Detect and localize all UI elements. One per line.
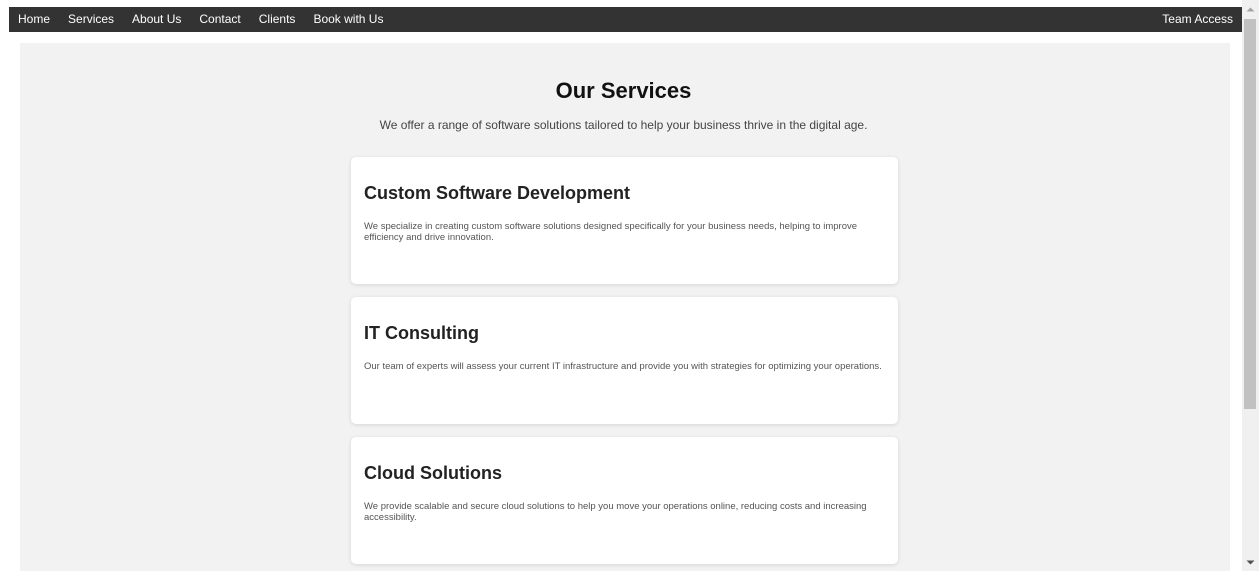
service-card-it-consulting: IT Consulting Our team of experts will a… bbox=[351, 297, 898, 424]
nav-link-about-us[interactable]: About Us bbox=[123, 7, 190, 32]
nav-link-services[interactable]: Services bbox=[59, 7, 123, 32]
service-card-custom-software: Custom Software Development We specializ… bbox=[351, 157, 898, 284]
service-card-title: Cloud Solutions bbox=[364, 463, 502, 483]
nav-link-team-access[interactable]: Team Access bbox=[1153, 7, 1242, 32]
scroll-up-button[interactable] bbox=[1242, 0, 1259, 17]
service-card-title: IT Consulting bbox=[364, 323, 479, 343]
top-navbar: Home Services About Us Contact Clients B… bbox=[9, 7, 1242, 32]
service-card-description: Our team of experts will assess your cur… bbox=[364, 361, 882, 372]
nav-links: Home Services About Us Contact Clients B… bbox=[9, 7, 392, 32]
service-card-title: Custom Software Development bbox=[364, 183, 631, 203]
chevron-down-icon bbox=[1246, 560, 1255, 564]
service-card-description: We specialize in creating custom softwar… bbox=[364, 221, 858, 243]
service-card-description: We provide scalable and secure cloud sol… bbox=[364, 501, 867, 523]
nav-link-book-with-us[interactable]: Book with Us bbox=[304, 7, 392, 32]
nav-link-clients[interactable]: Clients bbox=[250, 7, 305, 32]
nav-link-home[interactable]: Home bbox=[9, 7, 59, 32]
nav-right: Team Access bbox=[1153, 7, 1242, 32]
scroll-down-button[interactable] bbox=[1242, 554, 1259, 571]
chevron-up-icon bbox=[1246, 7, 1255, 11]
nav-link-contact[interactable]: Contact bbox=[190, 7, 249, 32]
service-card-cloud-solutions: Cloud Solutions We provide scalable and … bbox=[351, 437, 898, 564]
vertical-scrollbar[interactable] bbox=[1242, 0, 1259, 571]
browser-viewport: Home Services About Us Contact Clients B… bbox=[0, 0, 1242, 571]
page-title: Our Services bbox=[555, 78, 692, 103]
page-subtitle: We offer a range of software solutions t… bbox=[379, 118, 868, 132]
scrollbar-thumb[interactable] bbox=[1244, 19, 1256, 409]
